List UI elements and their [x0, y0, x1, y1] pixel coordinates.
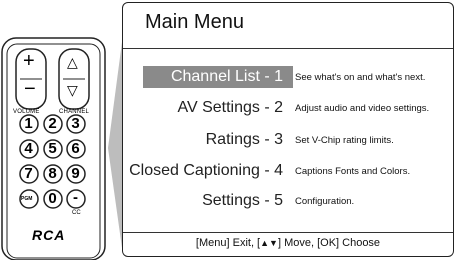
menu-title: Main Menu: [145, 11, 244, 33]
digit-9-button[interactable]: 9: [67, 165, 84, 182]
menu-item-desc: Configuration.: [295, 196, 355, 207]
volume-up-button[interactable]: +: [23, 50, 35, 73]
channel-down-button[interactable]: ▽: [67, 82, 78, 99]
menu-footer: [Menu] Exit, [▲▼] Move, [OK] Choose: [123, 237, 453, 249]
menu-item-label: Ratings - 3: [205, 131, 283, 148]
digit-2-button[interactable]: 2: [44, 115, 61, 132]
menu-item-ratings[interactable]: Ratings - 3 Set V-Chip rating limits.: [123, 129, 453, 151]
menu-item-av-settings[interactable]: AV Settings - 2 Adjust audio and video s…: [123, 97, 453, 119]
title-divider: [123, 48, 453, 49]
digit-8-button[interactable]: 8: [44, 165, 61, 182]
menu-item-desc: Adjust audio and video settings.: [295, 103, 430, 114]
digit-1-button[interactable]: 1: [20, 115, 37, 132]
digit-4-button[interactable]: 4: [20, 140, 37, 157]
menu-item-label: Settings - 5: [202, 192, 283, 209]
dash-button[interactable]: -: [67, 189, 84, 206]
remote-control: + − △ ▽ VOLUME CHANNEL 1 2 3 4 5 6 7 8 9…: [1, 36, 106, 260]
menu-item-channel-list[interactable]: Channel List - 1 See what's on and what'…: [123, 66, 453, 88]
pgm-button[interactable]: PGM: [21, 196, 32, 202]
menu-item-desc: Set V-Chip rating limits.: [295, 135, 394, 146]
rca-logo: RCA: [32, 227, 66, 243]
menu-item-label: Closed Captioning - 4: [129, 162, 283, 179]
menu-item-settings[interactable]: Settings - 5 Configuration.: [123, 190, 453, 212]
menu-item-desc: See what's on and what's next.: [295, 72, 426, 83]
cc-label: CC: [72, 210, 81, 216]
up-down-arrows-icon: ▲▼: [260, 238, 278, 248]
footer-text-move: ] Move, [OK] Choose: [277, 237, 381, 249]
footer-divider: [123, 232, 453, 233]
digit-3-button[interactable]: 3: [67, 115, 84, 132]
tv-screen: Main Menu Channel List - 1 See what's on…: [122, 2, 454, 257]
digit-5-button[interactable]: 5: [44, 140, 61, 157]
digit-6-button[interactable]: 6: [67, 140, 84, 157]
menu-item-label: Channel List - 1: [170, 68, 283, 85]
menu-item-closed-captioning[interactable]: Closed Captioning - 4 Captions Fonts and…: [123, 160, 453, 182]
digit-7-button[interactable]: 7: [20, 165, 37, 182]
digit-0-button[interactable]: 0: [44, 190, 61, 207]
menu-item-desc: Captions Fonts and Colors.: [295, 166, 411, 177]
menu-item-label: AV Settings - 2: [177, 99, 283, 116]
footer-text-exit: [Menu] Exit, [: [195, 237, 261, 249]
volume-down-button[interactable]: −: [24, 78, 36, 101]
channel-up-button[interactable]: △: [67, 54, 78, 71]
